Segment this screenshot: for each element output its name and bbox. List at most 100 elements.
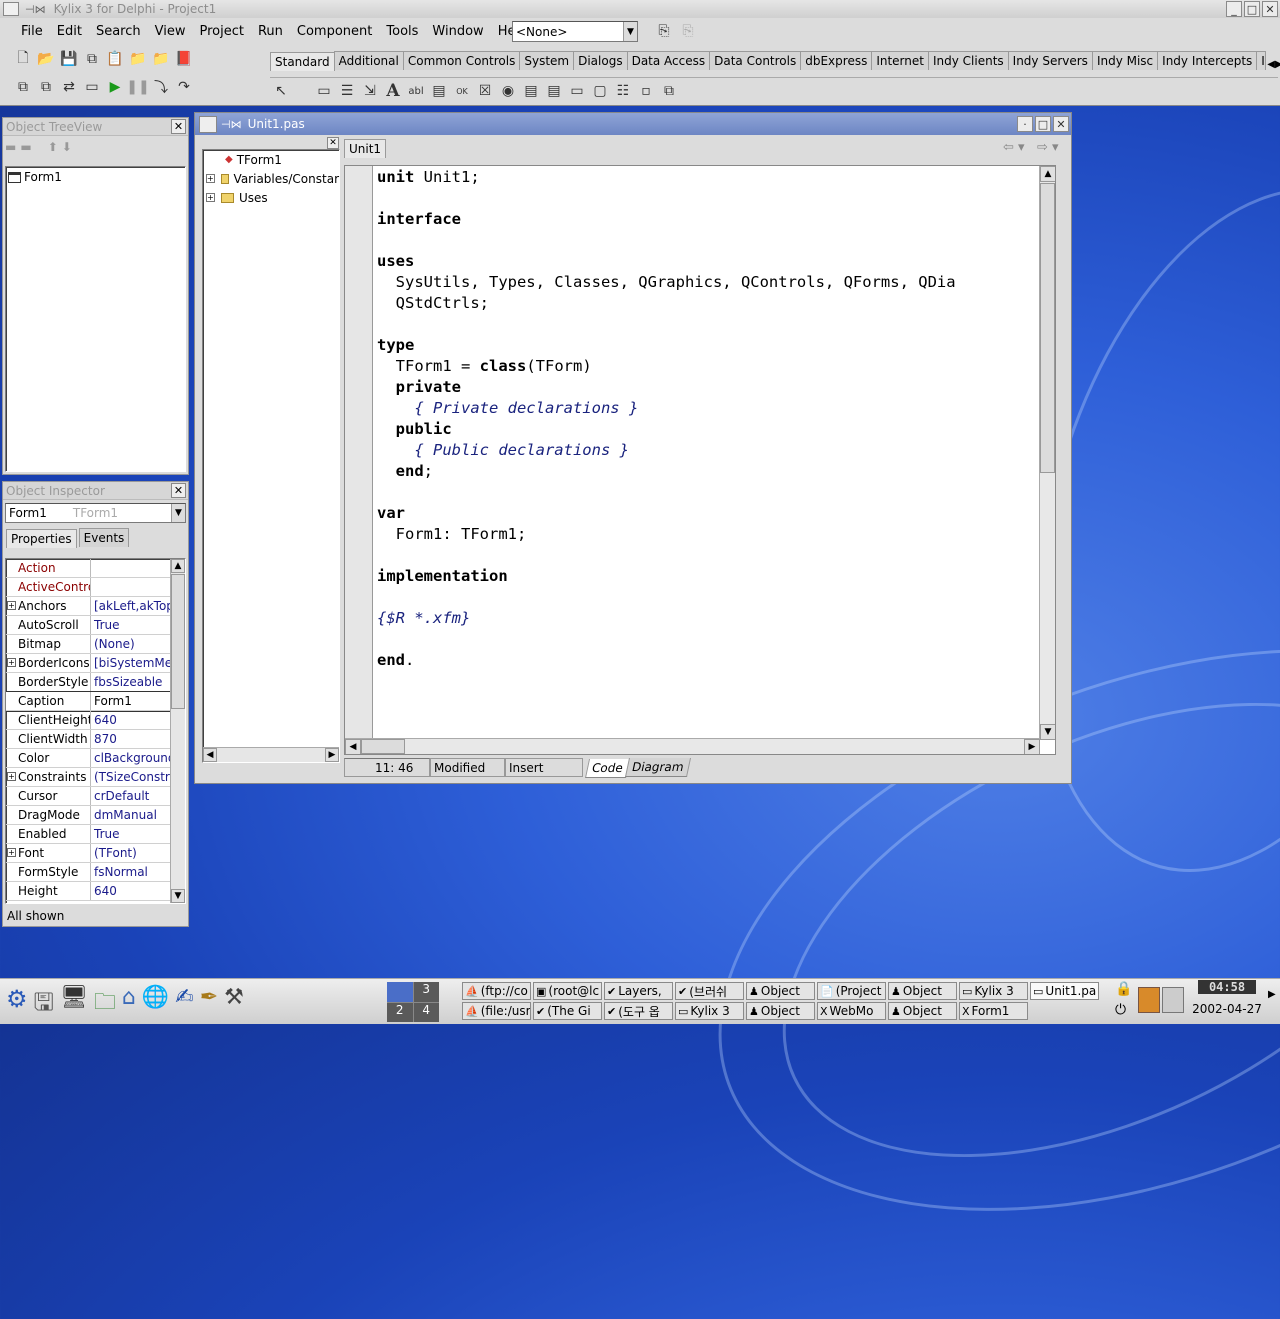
save-icon[interactable]: 💾 xyxy=(58,48,80,70)
open-project-icon[interactable]: 📋 xyxy=(104,48,126,70)
property-row[interactable]: ClientWidth 870 xyxy=(6,730,171,749)
new-form-icon[interactable]: ▭ xyxy=(81,76,103,98)
scroll-thumb[interactable] xyxy=(171,574,185,709)
help-icon[interactable]: 📕 xyxy=(173,48,195,70)
window-menu-icon[interactable] xyxy=(3,2,19,16)
step-over-icon[interactable]: ↷ xyxy=(173,76,195,98)
scroll-thumb[interactable] xyxy=(1040,183,1055,473)
scrollbar-icon[interactable]: ▭ xyxy=(566,80,588,102)
run-icon[interactable]: ▶ xyxy=(104,76,126,98)
tab-properties[interactable]: Properties xyxy=(6,529,77,548)
mainmenu-icon[interactable]: ☰ xyxy=(336,80,358,102)
tree-item[interactable]: Form1 xyxy=(6,167,185,187)
close-explorer-icon[interactable]: ✕ xyxy=(327,137,339,149)
pager-desktop-2[interactable]: 2 xyxy=(387,1002,413,1022)
property-value[interactable]: 870 xyxy=(91,732,171,746)
settings-icon[interactable]: ⚒ xyxy=(224,985,244,1026)
taskbar-button[interactable]: X WebMo xyxy=(817,1002,886,1020)
home-icon[interactable]: ⌂ xyxy=(122,985,136,1026)
close-button[interactable]: ✕ xyxy=(1053,116,1069,132)
code-text[interactable]: unit Unit1; interface uses SysUtils, Types… xyxy=(377,167,956,671)
property-scrollbar[interactable]: ▲ ▼ xyxy=(170,559,185,903)
pin-icon[interactable]: ⊣⋈ xyxy=(221,118,242,131)
actionlist-icon[interactable]: ⧉ xyxy=(658,80,680,102)
scroll-thumb[interactable] xyxy=(361,739,405,754)
taskbar-button[interactable]: ♟ Object xyxy=(746,1002,815,1020)
taskbar-button[interactable]: ⛵ (ftp://co xyxy=(462,982,531,1000)
expand-icon[interactable]: + xyxy=(206,193,215,202)
property-value[interactable]: Form1 xyxy=(91,694,171,708)
property-value[interactable]: dmManual xyxy=(91,808,171,822)
maximize-button[interactable]: □ xyxy=(1244,1,1260,17)
scroll-right-icon[interactable]: ▶ xyxy=(325,748,339,762)
menu-component[interactable]: Component xyxy=(290,24,379,39)
palette-tab-system[interactable]: System xyxy=(519,51,575,70)
palette-tab-indy-intercepts[interactable]: Indy Intercepts xyxy=(1157,51,1258,70)
property-value[interactable]: fsNormal xyxy=(91,865,171,879)
property-row[interactable]: Bitmap (None) xyxy=(6,635,171,654)
palette-scroll-right-icon[interactable]: ▶ xyxy=(1275,59,1280,70)
save-desktop-icon[interactable]: ⎘ xyxy=(653,20,675,42)
minimize-button[interactable]: · xyxy=(1017,116,1033,132)
inspector-object-combo[interactable]: Form1 TForm1 ▼ xyxy=(5,503,186,523)
menu-window[interactable]: Window xyxy=(425,24,490,39)
trace-into-icon[interactable]: ⤵ xyxy=(150,76,172,98)
explorer-hscrollbar[interactable]: ◀ ▶ xyxy=(203,747,339,762)
property-value[interactable]: 640 xyxy=(91,884,171,898)
panel-icon[interactable]: ▫ xyxy=(635,80,657,102)
explorer-item[interactable]: + Variables/Constar xyxy=(203,169,339,188)
property-row[interactable]: Caption Form1 xyxy=(6,691,172,712)
office-icon[interactable]: ✍ xyxy=(175,985,193,1026)
menu-search[interactable]: Search xyxy=(89,24,148,39)
property-row[interactable]: + Font (TFont) xyxy=(6,844,171,863)
property-row[interactable]: DragMode dmManual xyxy=(6,806,171,825)
property-row[interactable]: Action xyxy=(6,559,171,578)
property-row[interactable]: + Constraints (TSizeConstra xyxy=(6,768,171,787)
radiobutton-icon[interactable]: ◉ xyxy=(497,80,519,102)
treeview-titlebar[interactable]: Object TreeView ✕ xyxy=(3,118,188,136)
window-menu-icon[interactable] xyxy=(199,115,217,133)
tab-unit1[interactable]: Unit1 xyxy=(344,139,387,158)
taskbar-button[interactable]: 📄 (Project xyxy=(817,982,886,1000)
editor-titlebar[interactable]: ⊣⋈ Unit1.pas · □ ✕ xyxy=(195,113,1071,135)
terminal-icon[interactable]: 🖥 xyxy=(60,985,88,1026)
scroll-up-icon[interactable]: ▲ xyxy=(171,559,185,573)
taskbar-button[interactable]: ✔ Layers, xyxy=(604,982,673,1000)
chevron-down-icon[interactable]: ▼ xyxy=(171,504,185,522)
kde-menu-icon[interactable]: ⚙ xyxy=(6,985,28,1026)
taskbar-button[interactable]: ✔ (The Gi xyxy=(533,1002,602,1020)
frames-icon[interactable]: ▭ xyxy=(313,80,335,102)
property-row[interactable]: Enabled True xyxy=(6,825,171,844)
editor-icon[interactable]: ✒ xyxy=(200,985,218,1026)
palette-tab-indy-i[interactable]: Indy I/ xyxy=(1256,51,1267,70)
taskbar-button[interactable]: X Form1 xyxy=(959,1002,1028,1020)
taskbar-button[interactable]: ♟ Object xyxy=(888,1002,957,1020)
scroll-up-icon[interactable]: ▲ xyxy=(1040,166,1055,182)
desktop-icon[interactable]: 🖫 xyxy=(34,985,54,1026)
radiogroup-icon[interactable]: ☷ xyxy=(612,80,634,102)
minimize-button[interactable]: _ xyxy=(1226,1,1242,17)
new-item-icon[interactable]: ▬ xyxy=(5,140,16,154)
inspector-titlebar[interactable]: Object Inspector ✕ xyxy=(3,482,188,500)
palette-tab-indy-servers[interactable]: Indy Servers xyxy=(1007,51,1093,70)
property-value[interactable]: (None) xyxy=(91,637,171,651)
move-up-icon[interactable]: ⬆ xyxy=(48,140,58,154)
scroll-right-icon[interactable]: ▶ xyxy=(1024,739,1040,754)
palette-tab-indy-clients[interactable]: Indy Clients xyxy=(927,51,1009,70)
property-value[interactable]: 640 xyxy=(91,713,171,727)
palette-tab-dialogs[interactable]: Dialogs xyxy=(573,51,628,70)
save-all-icon[interactable]: ⧉ xyxy=(81,48,103,70)
popupmenu-icon[interactable]: ⇲ xyxy=(359,80,381,102)
delete-item-icon[interactable]: ▬ xyxy=(20,140,31,154)
scroll-down-icon[interactable]: ▼ xyxy=(171,889,185,903)
property-row[interactable]: ClientHeight 640 xyxy=(6,711,171,730)
menu-view[interactable]: View xyxy=(148,24,193,39)
menu-project[interactable]: Project xyxy=(192,24,250,39)
menu-file[interactable]: File xyxy=(14,24,50,39)
set-debug-desktop-icon[interactable]: ⎘ xyxy=(677,20,699,42)
tab-diagram[interactable]: Diagram xyxy=(624,758,691,777)
chevron-down-icon[interactable]: ▼ xyxy=(623,22,637,41)
view-form-icon[interactable]: ⧉ xyxy=(35,76,57,98)
tab-code[interactable]: Code xyxy=(584,759,630,778)
property-row[interactable]: + Anchors [akLeft,akTop] xyxy=(6,597,171,616)
